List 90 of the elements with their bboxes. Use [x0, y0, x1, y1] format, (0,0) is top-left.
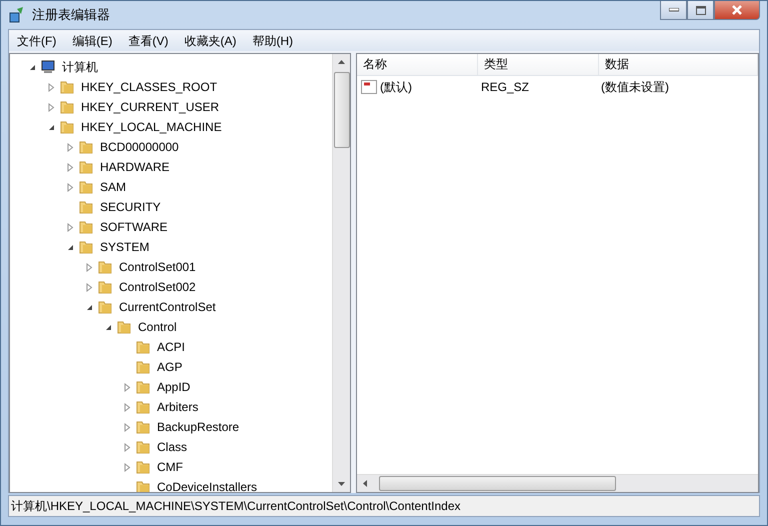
value-data: (数值未设置) — [600, 78, 670, 96]
vertical-scrollbar[interactable] — [332, 54, 350, 492]
tree-item[interactable]: HKEY_CURRENT_USER — [81, 100, 220, 114]
tree-item[interactable]: ACPI — [157, 340, 186, 354]
menu-item[interactable]: 查看(V) — [120, 30, 176, 50]
tree-item[interactable]: CoDeviceInstallers — [157, 480, 258, 492]
folder-icon — [116, 319, 132, 335]
folder-icon — [135, 439, 151, 455]
menu-item[interactable]: 文件(F) — [9, 30, 64, 50]
scroll-left-arrow-icon[interactable] — [363, 480, 367, 487]
expand-arrow-icon[interactable] — [66, 182, 75, 192]
folder-icon — [135, 339, 151, 355]
tree-item[interactable]: Class — [157, 440, 188, 454]
folder-icon — [59, 79, 75, 95]
menu-item[interactable]: 帮助(H) — [244, 30, 301, 50]
folder-icon — [135, 419, 151, 435]
tree-item[interactable]: SYSTEM — [100, 240, 150, 254]
value-type: REG_SZ — [480, 80, 530, 94]
minimize-button[interactable] — [660, 1, 687, 20]
folder-icon — [78, 139, 94, 155]
folder-icon — [59, 99, 75, 115]
tree-item[interactable]: 计算机 — [62, 58, 98, 76]
folder-icon — [78, 159, 94, 175]
folder-icon — [135, 379, 151, 395]
menu-item[interactable]: 收藏夹(A) — [176, 30, 244, 50]
minimize-icon — [668, 8, 678, 12]
tree-item[interactable]: Arbiters — [157, 400, 198, 414]
tree-item[interactable]: ControlSet001 — [119, 260, 196, 274]
collapse-arrow-icon[interactable] — [28, 62, 37, 72]
folder-icon — [135, 359, 151, 375]
tree-item[interactable]: CMF — [157, 460, 183, 474]
tree-item[interactable]: AGP — [157, 360, 182, 374]
collapse-arrow-icon[interactable] — [66, 242, 75, 252]
column-header[interactable]: 数据 — [599, 54, 758, 75]
menu-item[interactable]: 编辑(E) — [64, 30, 120, 50]
folder-icon — [135, 479, 151, 492]
tree-item[interactable]: AppID — [157, 380, 190, 394]
tree-item[interactable]: SOFTWARE — [100, 220, 168, 234]
tree-item[interactable]: BackupRestore — [157, 420, 240, 434]
value-name[interactable]: (默认) — [380, 78, 412, 96]
window-title: 注册表编辑器 — [32, 6, 110, 24]
expand-arrow-icon[interactable] — [66, 142, 75, 152]
expand-arrow-icon[interactable] — [66, 162, 75, 172]
folder-icon — [78, 239, 94, 255]
tree-item[interactable]: Control — [138, 320, 177, 334]
string-value-icon — [361, 80, 377, 94]
tree-item[interactable]: HARDWARE — [100, 160, 170, 174]
folder-icon — [97, 279, 113, 295]
scroll-up-arrow-icon[interactable] — [338, 60, 345, 64]
key-path: 计算机\HKEY_LOCAL_MACHINE\SYSTEM\CurrentControlSet\Control\ContentIndex — [11, 498, 461, 514]
tree-item[interactable]: SAM — [100, 180, 126, 194]
expand-arrow-icon[interactable] — [47, 102, 56, 112]
expand-arrow-icon[interactable] — [123, 422, 132, 432]
folder-icon — [59, 119, 75, 135]
expand-arrow-icon[interactable] — [123, 402, 132, 412]
tree-item[interactable]: SECURITY — [100, 200, 161, 214]
expand-arrow-icon[interactable] — [85, 262, 94, 272]
folder-icon — [135, 399, 151, 415]
expand-arrow-icon[interactable] — [47, 82, 56, 92]
scroll-down-arrow-icon[interactable] — [338, 482, 345, 486]
computer-icon — [40, 59, 56, 75]
close-icon — [731, 5, 743, 15]
expand-arrow-icon[interactable] — [123, 382, 132, 392]
close-button[interactable] — [714, 1, 760, 20]
folder-icon — [78, 219, 94, 235]
collapse-arrow-icon[interactable] — [85, 302, 94, 312]
folder-icon — [135, 459, 151, 475]
folder-icon — [78, 199, 94, 215]
expand-arrow-icon[interactable] — [123, 442, 132, 452]
tree-item[interactable]: HKEY_LOCAL_MACHINE — [81, 120, 222, 134]
tree-item[interactable]: HKEY_CLASSES_ROOT — [81, 80, 218, 94]
expand-arrow-icon[interactable] — [66, 222, 75, 232]
column-header[interactable]: 类型 — [478, 54, 599, 75]
collapse-arrow-icon[interactable] — [47, 122, 56, 132]
column-header[interactable]: 名称 — [357, 54, 478, 75]
expand-arrow-icon[interactable] — [123, 462, 132, 472]
maximize-icon — [696, 6, 706, 14]
scrollbar-thumb[interactable] — [334, 72, 350, 148]
expand-arrow-icon[interactable] — [85, 282, 94, 292]
tree-item[interactable]: BCD00000000 — [100, 140, 179, 154]
maximize-button[interactable] — [687, 1, 714, 20]
registry-editor-icon — [8, 6, 26, 24]
horizontal-scrollbar[interactable] — [357, 474, 758, 492]
tree-item[interactable]: CurrentControlSet — [119, 300, 216, 314]
folder-icon — [97, 259, 113, 275]
folder-icon — [78, 179, 94, 195]
scrollbar-thumb[interactable] — [379, 476, 616, 491]
collapse-arrow-icon[interactable] — [104, 322, 113, 332]
tree-item[interactable]: ControlSet002 — [119, 280, 196, 294]
folder-icon — [97, 299, 113, 315]
